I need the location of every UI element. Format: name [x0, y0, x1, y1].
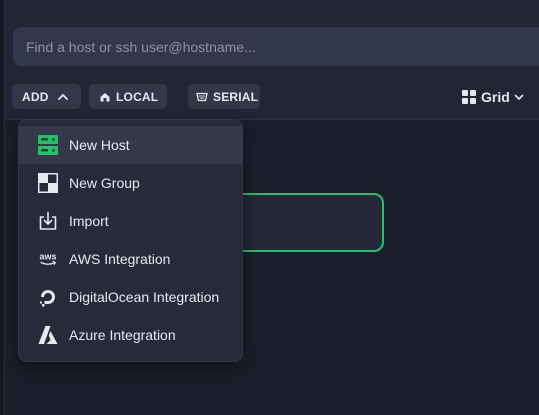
azure-icon	[38, 325, 58, 345]
chevron-down-icon	[514, 94, 524, 100]
menu-item-label: New Group	[69, 175, 140, 191]
menu-item-label: AWS Integration	[69, 251, 171, 267]
menu-item-aws-integration[interactable]: aws AWS Integration	[19, 240, 242, 278]
menu-item-new-group[interactable]: New Group	[19, 164, 242, 202]
server-icon	[38, 135, 58, 155]
local-button-label: LOCAL	[116, 89, 159, 104]
grid-icon	[462, 90, 476, 104]
view-mode-toggle[interactable]: Grid	[462, 88, 524, 106]
menu-item-digitalocean-integration[interactable]: DigitalOcean Integration	[19, 278, 242, 316]
search-bar[interactable]	[13, 27, 539, 66]
add-button-label: ADD	[22, 89, 49, 104]
serial-port-icon	[196, 92, 208, 101]
host-card[interactable]	[230, 193, 384, 252]
add-dropdown-menu: New Host New Group Import aws AWS Integr…	[18, 119, 243, 362]
menu-item-label: Import	[69, 213, 109, 229]
aws-icon: aws	[38, 249, 58, 269]
serial-button-label: SERIAL	[213, 89, 259, 104]
home-icon	[100, 92, 110, 101]
group-icon	[38, 173, 58, 193]
aws-logo-text: aws	[39, 252, 56, 262]
top-toolbar	[5, 0, 539, 120]
menu-item-azure-integration[interactable]: Azure Integration	[19, 316, 242, 354]
view-mode-label: Grid	[481, 89, 510, 105]
menu-item-import[interactable]: Import	[19, 202, 242, 240]
chevron-up-icon	[57, 93, 68, 100]
search-input[interactable]	[24, 37, 539, 56]
menu-item-new-host[interactable]: New Host	[19, 126, 242, 164]
digitalocean-icon	[38, 287, 58, 307]
app-window: ADD LOCAL SERIAL Grid	[0, 0, 539, 415]
add-button[interactable]: ADD	[12, 84, 81, 109]
serial-button[interactable]: SERIAL	[188, 84, 260, 109]
menu-item-label: DigitalOcean Integration	[69, 289, 220, 305]
menu-item-label: Azure Integration	[69, 327, 176, 343]
local-button[interactable]: LOCAL	[89, 84, 167, 109]
menu-item-label: New Host	[69, 137, 130, 153]
import-icon	[38, 211, 58, 231]
